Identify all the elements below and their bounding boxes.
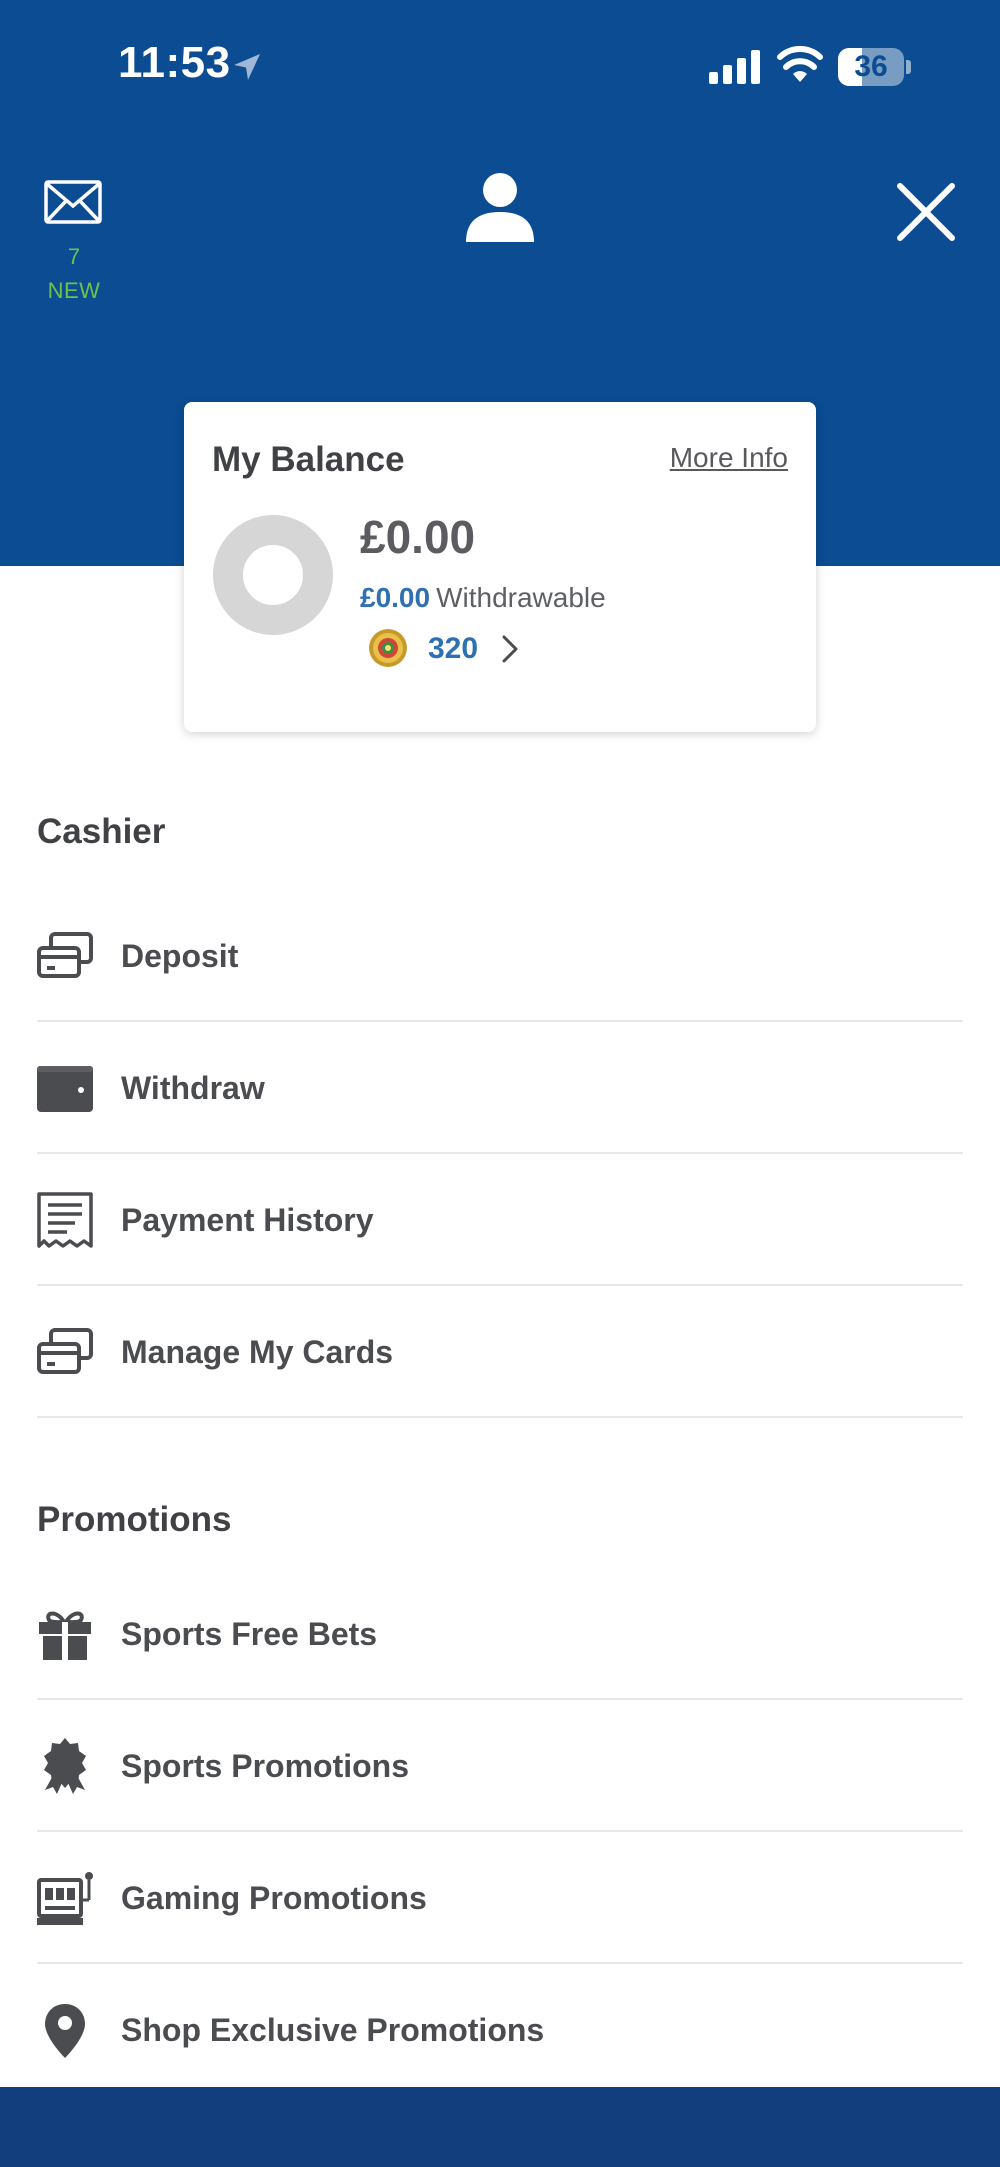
- menu-label-shop-exclusive-promotions: Shop Exclusive Promotions: [121, 2012, 545, 2048]
- withdrawable-label: Withdrawable: [436, 582, 606, 613]
- promotions-title: Promotions: [37, 1500, 232, 1539]
- receipt-icon: [37, 1192, 93, 1248]
- messages-button[interactable]: 7 NEW: [36, 172, 112, 312]
- battery-indicator: 36: [838, 48, 911, 86]
- user-icon[interactable]: [464, 172, 536, 242]
- menu-label-gaming-promotions: Gaming Promotions: [121, 1880, 427, 1916]
- balance-card: My Balance More Info £0.00 £0.00 Withdraw…: [184, 402, 816, 732]
- menu-item-sports-promotions[interactable]: Sports Promotions: [37, 1700, 963, 1832]
- menu-item-gaming-promotions[interactable]: Gaming Promotions: [37, 1832, 963, 1964]
- menu-item-deposit[interactable]: Deposit: [37, 890, 963, 1022]
- points-value[interactable]: 320: [428, 632, 478, 666]
- chevron-right-icon[interactable]: [500, 634, 520, 664]
- bottom-bar: [0, 2087, 1000, 2167]
- cellular-signal-icon: [709, 50, 760, 84]
- menu-item-shop-exclusive-promotions[interactable]: Shop Exclusive Promotions: [37, 1964, 963, 2096]
- menu-label-payment-history: Payment History: [121, 1202, 374, 1238]
- menu-label-withdraw: Withdraw: [121, 1070, 265, 1106]
- status-time: 11:53: [118, 38, 231, 87]
- award-badge-icon: [44, 1738, 86, 1794]
- map-pin-icon: [45, 2004, 85, 2058]
- slot-machine-icon: [37, 1872, 93, 1925]
- cards-icon: [37, 932, 93, 978]
- balance-amount: £0.00: [360, 511, 476, 563]
- gift-icon: [39, 1611, 91, 1660]
- menu-item-withdraw[interactable]: Withdraw: [37, 1022, 963, 1154]
- balance-title: My Balance: [212, 440, 405, 479]
- new-label: NEW: [47, 278, 101, 303]
- unread-count: 7: [67, 244, 81, 269]
- wallet-icon: [37, 1066, 93, 1112]
- menu-item-manage-my-cards[interactable]: Manage My Cards: [37, 1286, 963, 1418]
- menu-label-sports-free-bets: Sports Free Bets: [121, 1616, 378, 1652]
- menu-item-sports-free-bets[interactable]: Sports Free Bets: [37, 1568, 963, 1700]
- envelope-icon: [44, 180, 102, 224]
- coin-icon: [369, 629, 407, 667]
- withdrawable-amount: £0.00: [360, 582, 431, 613]
- cards-icon: [37, 1328, 93, 1374]
- balance-donut-chart: [213, 515, 333, 635]
- close-icon[interactable]: [894, 180, 958, 244]
- menu-label-manage-my-cards: Manage My Cards: [121, 1334, 394, 1370]
- wifi-icon: [777, 46, 823, 82]
- more-info-link[interactable]: More Info: [670, 442, 788, 474]
- withdrawable-row: £0.00 Withdrawable: [360, 582, 606, 614]
- cashier-title: Cashier: [37, 812, 166, 851]
- menu-label-sports-promotions: Sports Promotions: [121, 1748, 410, 1784]
- location-arrow-icon: [234, 54, 260, 80]
- menu-label-deposit: Deposit: [121, 938, 239, 974]
- battery-percent: 36: [854, 50, 888, 83]
- menu-item-payment-history[interactable]: Payment History: [37, 1154, 963, 1286]
